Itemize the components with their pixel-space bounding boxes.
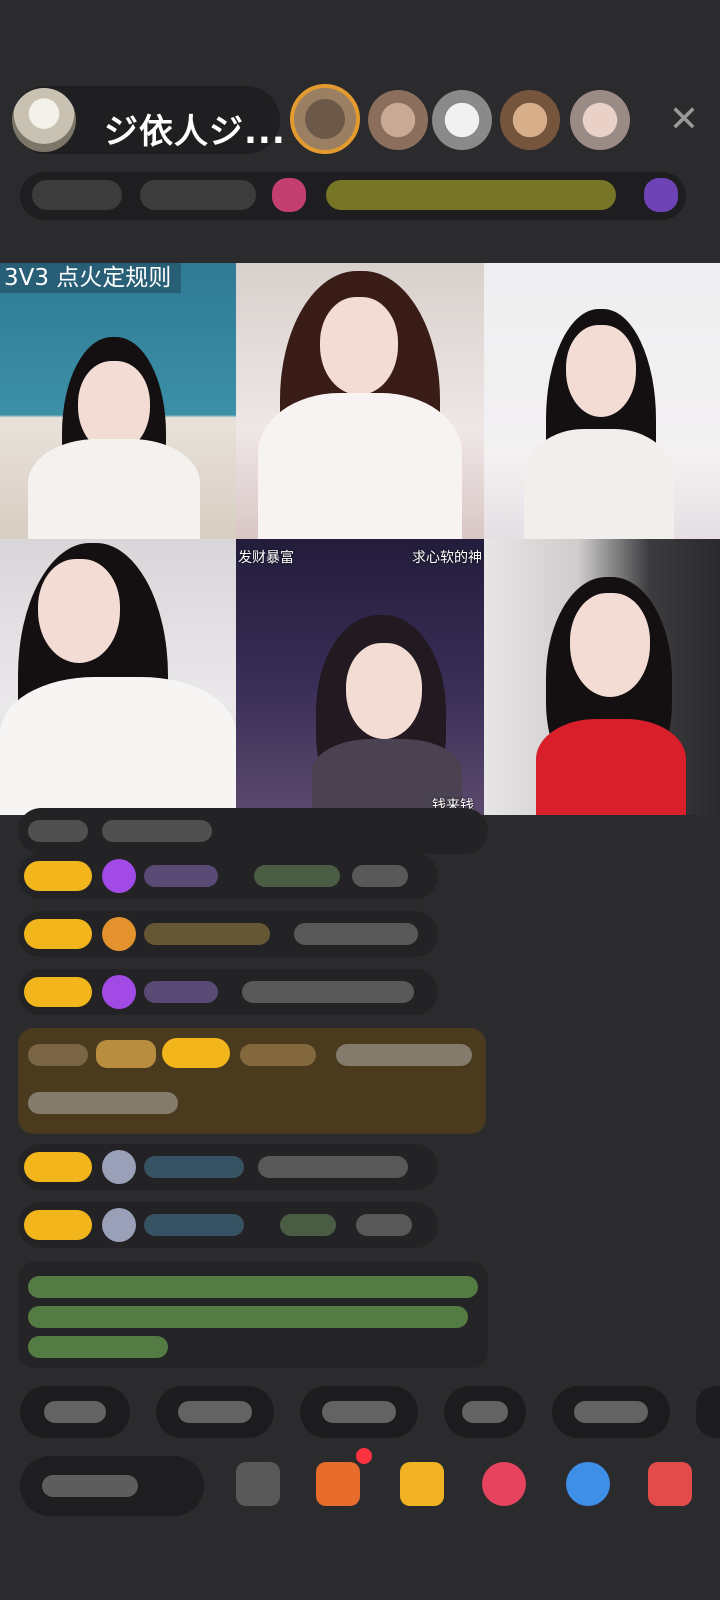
video-seat-5[interactable]: 发财暴富 求心软的神 钱来钱: [236, 539, 484, 815]
stat-chip: [32, 180, 122, 210]
video-seat-6[interactable]: [484, 539, 720, 815]
video-seat-3[interactable]: [484, 263, 720, 539]
quick-reply-chip[interactable]: [444, 1386, 526, 1438]
chat-input[interactable]: [20, 1456, 204, 1516]
chat-message[interactable]: [18, 1202, 438, 1248]
close-icon[interactable]: ✕: [664, 100, 704, 140]
level-badge: [24, 861, 92, 891]
gem-icon: [102, 975, 136, 1009]
gift-message[interactable]: [18, 1028, 486, 1134]
gem-icon: [102, 1150, 136, 1184]
host-name[interactable]: ジ依人ジ...: [104, 104, 286, 153]
video-seat-2[interactable]: [236, 263, 484, 539]
room-rule-label: 3V3 点火定规则: [0, 263, 182, 293]
multi-guest-video-grid: 3V3 点火定规则 发财暴富 求心软的神 钱来钱: [0, 263, 720, 815]
seat-tag: 发财暴富: [238, 550, 294, 566]
level-badge: [162, 1038, 230, 1068]
share-icon[interactable]: [316, 1462, 360, 1506]
activity-icon[interactable]: [482, 1462, 526, 1506]
chat-message[interactable]: [18, 808, 488, 854]
quick-reply-chip[interactable]: [300, 1386, 418, 1438]
rank-marquee[interactable]: [326, 180, 616, 210]
gem-icon: [102, 859, 136, 893]
flame-icon[interactable]: [272, 178, 306, 212]
gift-icon[interactable]: [648, 1462, 692, 1506]
message-icon[interactable]: [236, 1462, 280, 1506]
gem-icon: [102, 917, 136, 951]
video-seat-1[interactable]: 3V3 点火定规则: [0, 263, 236, 539]
game-icon[interactable]: [400, 1462, 444, 1506]
top-viewer-avatar[interactable]: [290, 84, 360, 154]
level-badge: [24, 919, 92, 949]
quick-reply-chip[interactable]: [156, 1386, 274, 1438]
viewer-avatar[interactable]: [368, 90, 428, 150]
gem-icon: [102, 1208, 136, 1242]
quick-reply-chip[interactable]: [552, 1386, 670, 1438]
seat-tag: 求心软的神: [412, 550, 482, 566]
chat-message[interactable]: [18, 853, 438, 899]
viewer-avatar[interactable]: [500, 90, 560, 150]
viewer-avatar[interactable]: [570, 90, 630, 150]
level-badge: [24, 1210, 92, 1240]
system-notice: [18, 1262, 488, 1368]
chat-message[interactable]: [18, 969, 438, 1015]
quick-reply-chip[interactable]: [696, 1386, 720, 1438]
viewer-avatar[interactable]: [432, 90, 492, 150]
video-seat-4[interactable]: [0, 539, 236, 815]
level-badge: [24, 977, 92, 1007]
rocket-icon[interactable]: [566, 1462, 610, 1506]
quick-reply-chip[interactable]: [20, 1386, 130, 1438]
host-avatar[interactable]: [12, 88, 76, 152]
chat-message[interactable]: [18, 1144, 438, 1190]
level-badge: [24, 1152, 92, 1182]
stat-chip: [140, 180, 256, 210]
activity-icon[interactable]: [644, 178, 678, 212]
chat-message[interactable]: [18, 911, 438, 957]
notification-dot: [356, 1448, 372, 1464]
